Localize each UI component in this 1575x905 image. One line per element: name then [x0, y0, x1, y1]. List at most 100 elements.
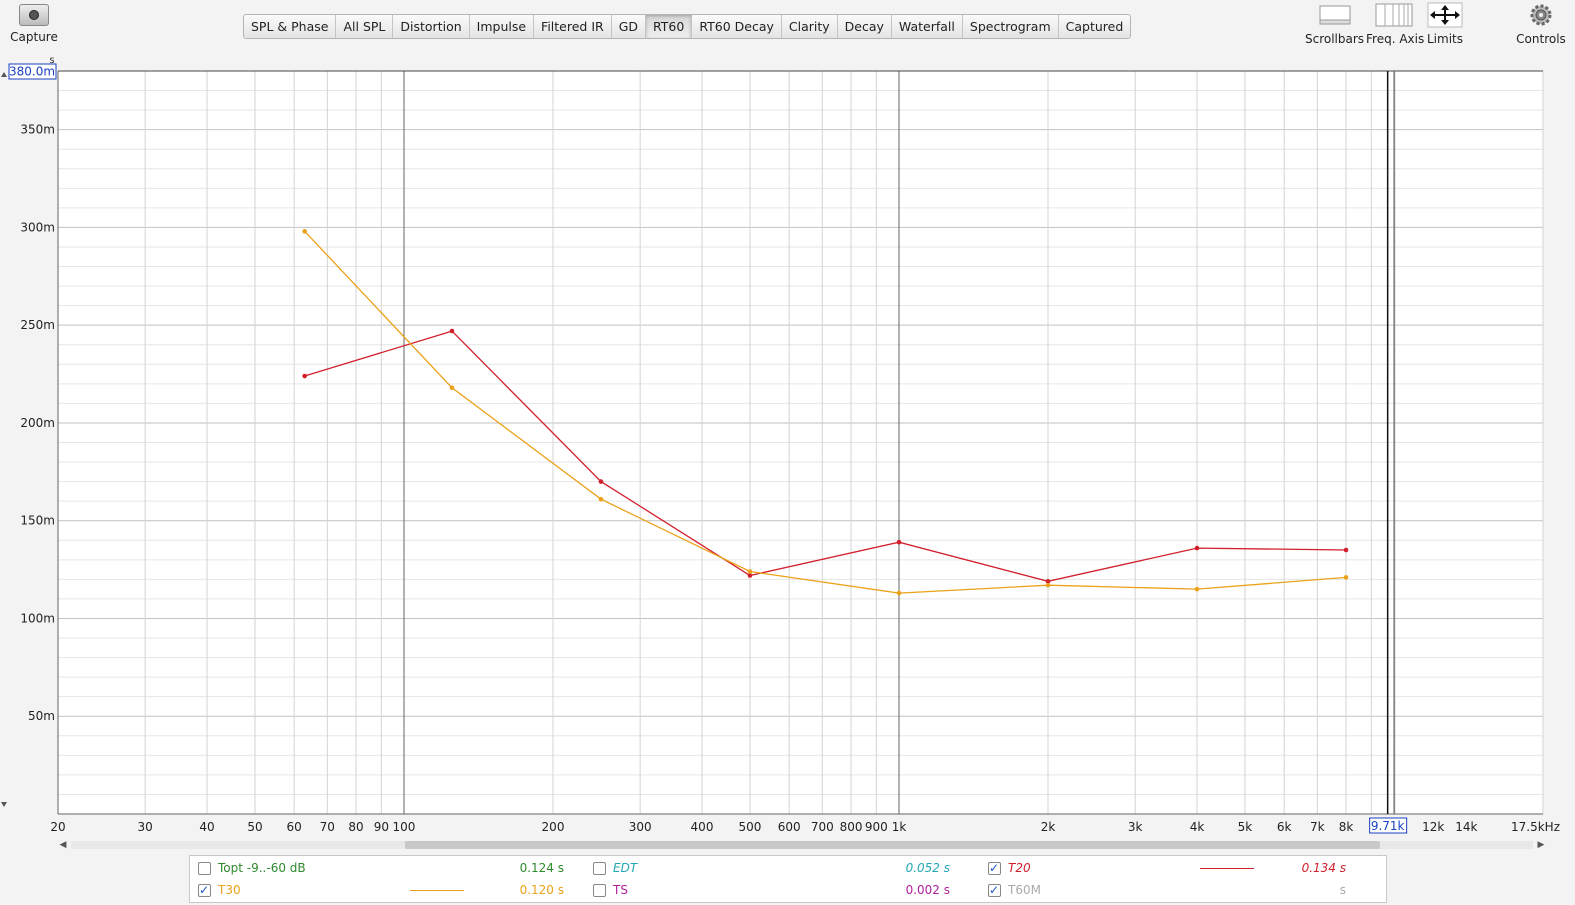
tab-all-spl[interactable]: All SPL [336, 15, 394, 38]
x-tick-label: 100 [393, 820, 416, 834]
topt-label: Topt -9..-60 dB [218, 861, 306, 875]
t30-checkbox[interactable] [198, 880, 211, 900]
controls-label: Controls [1516, 32, 1566, 46]
x-tick-label: 90 [374, 820, 389, 834]
x-tick-label: 70 [320, 820, 335, 834]
limits-button[interactable]: Limits [1425, 2, 1465, 46]
scrollbars-icon [1305, 2, 1363, 28]
x-tick-label: 2k [1041, 820, 1056, 834]
tab-decay[interactable]: Decay [838, 15, 892, 38]
y-max-readout[interactable]: 380.0m [9, 65, 55, 79]
tab-spectrogram[interactable]: Spectrogram [963, 15, 1059, 38]
tab-impulse[interactable]: Impulse [470, 15, 535, 38]
tab-spl-phase[interactable]: SPL & Phase [244, 15, 337, 38]
data-point-t20 [1343, 547, 1349, 553]
data-point-t20 [449, 328, 455, 334]
tab-rt60[interactable]: RT60 [646, 15, 693, 38]
data-point-t20 [302, 373, 307, 379]
tab-rt60-decay[interactable]: RT60 Decay [692, 15, 782, 38]
topt-value: 0.124 s [519, 861, 564, 875]
tab-gd[interactable]: GD [612, 15, 647, 38]
scroll-down-arrow-icon [1, 802, 7, 807]
capture-button[interactable]: Capture [8, 2, 60, 48]
edt-checkbox[interactable] [593, 862, 606, 875]
y-tick-label: 200m [20, 416, 55, 430]
x-tick-label: 5k [1238, 820, 1253, 834]
t20-value: 0.134 s [1301, 861, 1346, 875]
gear-icon [1514, 2, 1568, 28]
scrollbars-label: Scrollbars [1305, 32, 1365, 46]
horizontal-scrollbar[interactable]: ◀ ▶ [57, 838, 1547, 852]
camera-icon [19, 4, 49, 26]
y-tick-label: 350m [20, 123, 55, 137]
x-tick-label: 7k [1310, 820, 1325, 834]
data-point-t20 [896, 539, 902, 545]
t20-label: T20 [1008, 861, 1031, 875]
y-tick-label: 300m [20, 220, 55, 234]
controls-button[interactable]: Controls [1514, 2, 1568, 46]
t30-swatch [410, 890, 464, 891]
scrollbar-thumb[interactable] [405, 841, 1380, 849]
data-point-t20 [1194, 545, 1200, 551]
data-point-t30 [1343, 575, 1349, 580]
tab-waterfall[interactable]: Waterfall [892, 15, 963, 38]
y-tick-label: 100m [20, 611, 55, 625]
x-tick-label: 40 [199, 820, 214, 834]
legend-t20: T20 0.134 s [988, 858, 1348, 878]
scroll-right-arrow-icon[interactable]: ▶ [1535, 838, 1547, 852]
x-tick-label: 800 [840, 820, 863, 834]
edt-value: 0.052 s [905, 861, 950, 875]
t30-label: T30 [218, 883, 241, 897]
t60m-label: T60M [1008, 883, 1041, 897]
t60m-value: s [1339, 883, 1346, 897]
freq-axis-label: Freq. Axis [1366, 32, 1425, 46]
t20-swatch [1200, 868, 1254, 869]
x-tick-label: 4k [1190, 820, 1205, 834]
scroll-left-arrow-icon[interactable]: ◀ [57, 838, 69, 852]
data-point-t30 [1045, 582, 1051, 588]
data-point-t30 [1194, 586, 1200, 592]
x-tick-label: 1k [892, 820, 907, 834]
t60m-checkbox[interactable] [988, 880, 1001, 900]
data-point-t30 [449, 385, 455, 391]
view-tabs: SPL & Phase All SPL Distortion Impulse Filte… [243, 14, 1132, 39]
legend-topt: Topt -9..-60 dB 0.124 s [198, 858, 564, 878]
tab-distortion[interactable]: Distortion [393, 15, 470, 38]
tab-filtered-ir[interactable]: Filtered IR [534, 15, 612, 38]
x-tick-label: 700 [811, 820, 834, 834]
x-tick-label: 30 [138, 820, 153, 834]
y-tick-label: 250m [20, 318, 55, 332]
cursor-frequency-readout[interactable]: 9.71k [1371, 819, 1405, 833]
data-point-t30 [598, 496, 604, 502]
freq-axis-button[interactable]: Freq. Axis [1366, 2, 1425, 46]
x-tick-label: 14k [1455, 820, 1477, 834]
x-tick-label: 400 [691, 820, 714, 834]
t20-checkbox[interactable] [988, 858, 1001, 878]
data-point-t20 [1045, 579, 1051, 584]
legend-t30: T30 0.120 s [198, 880, 568, 900]
data-point-t30 [896, 590, 902, 596]
x-tick-label: 8k [1339, 820, 1354, 834]
tab-clarity[interactable]: Clarity [782, 15, 838, 38]
x-tick-label: 17.5kHz [1511, 820, 1560, 834]
x-tick-label: 3k [1128, 820, 1143, 834]
ts-checkbox[interactable] [593, 884, 606, 897]
ts-value: 0.002 s [905, 883, 950, 897]
legend-panel: Topt -9..-60 dB 0.124 s T30 0.120 s EDT … [189, 855, 1387, 903]
legend-t60m: T60M s [988, 880, 1348, 900]
y-tick-label: 50m [28, 709, 55, 723]
scrollbars-button[interactable]: Scrollbars [1305, 2, 1365, 46]
rt60-plot[interactable]: 350m300m250m200m150m100m50ms380.0m20 30 40… [0, 55, 1575, 835]
x-tick-label: 6k [1277, 820, 1292, 834]
tab-captured[interactable]: Captured [1059, 15, 1131, 38]
limits-arrows-icon [1425, 2, 1465, 28]
topt-checkbox[interactable] [198, 862, 211, 875]
plot-grid [57, 70, 1544, 815]
data-point-t30 [747, 569, 753, 574]
x-tick-label: 600 [778, 820, 801, 834]
x-tick-label: 20 [50, 820, 65, 834]
x-tick-label: 12k [1422, 820, 1444, 834]
x-tick-label: 500 [739, 820, 762, 834]
x-tick-label: 900 [865, 820, 888, 834]
ts-label: TS [613, 883, 628, 897]
